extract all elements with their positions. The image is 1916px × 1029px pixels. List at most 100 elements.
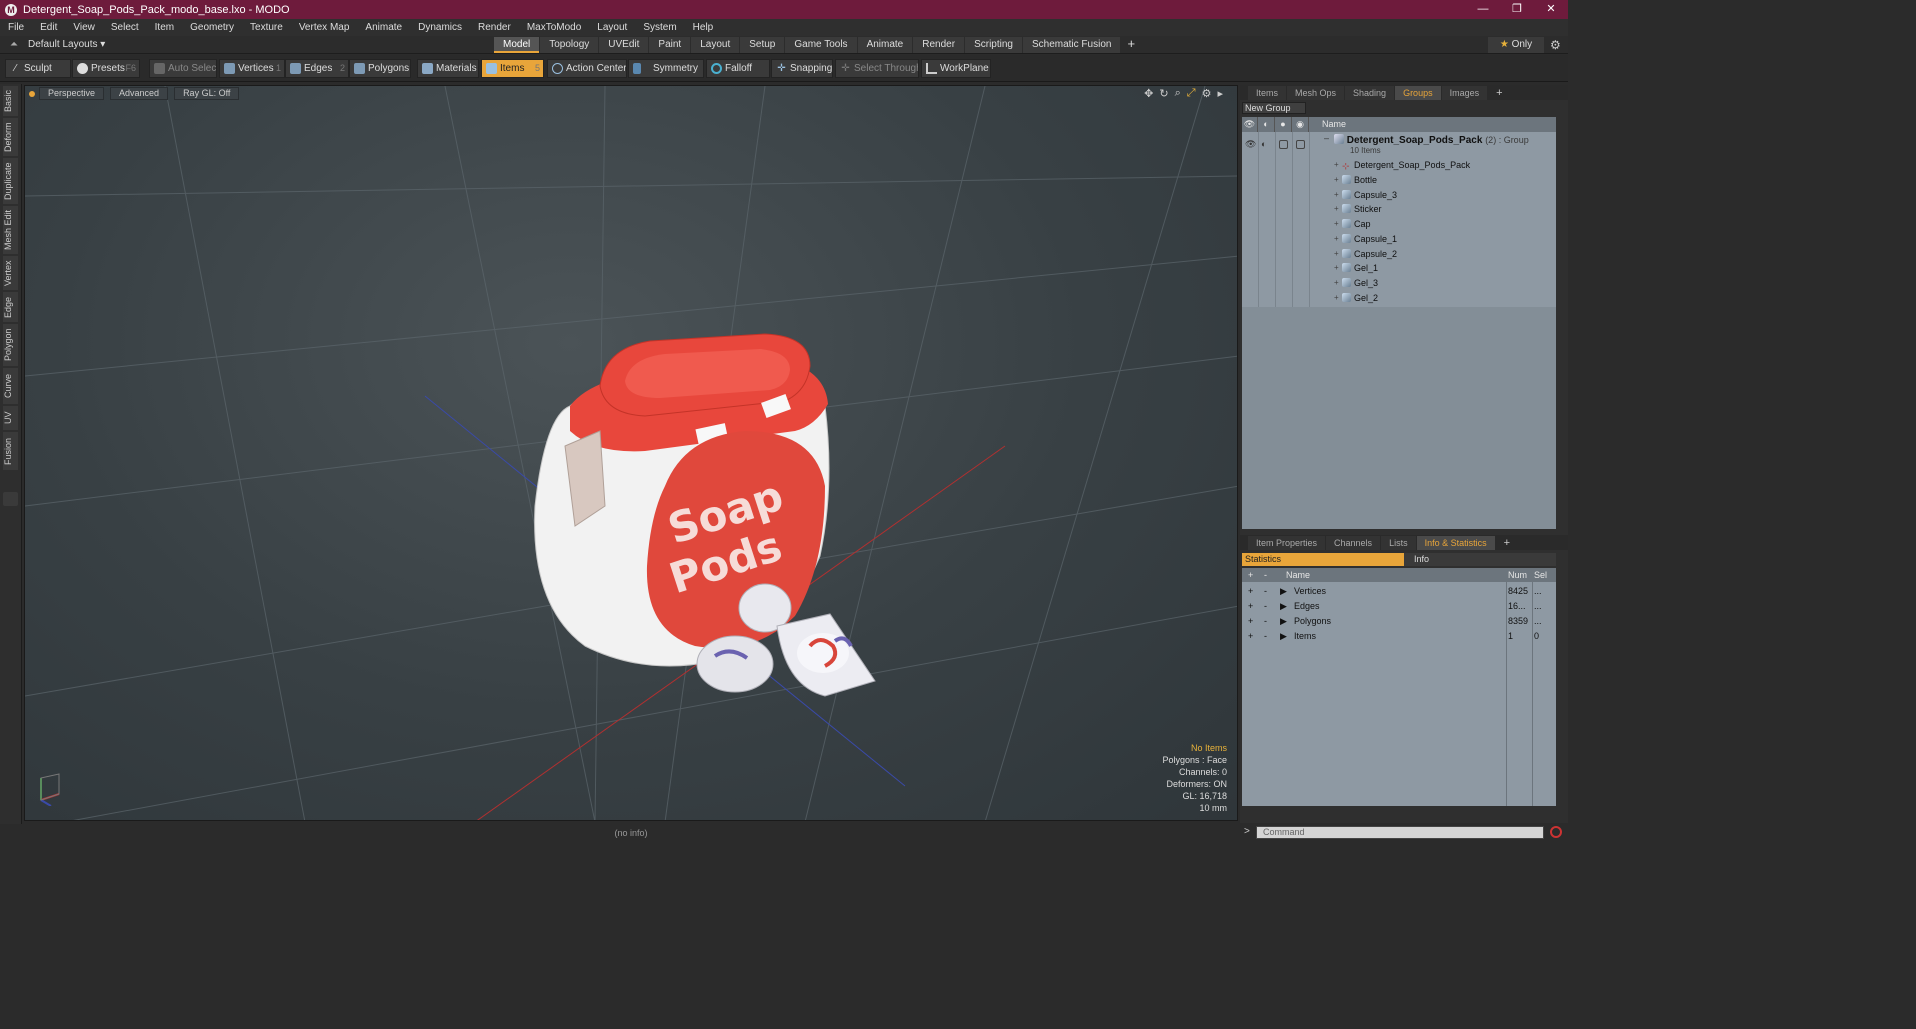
menu-edit[interactable]: Edit [32, 22, 65, 33]
menu-geometry[interactable]: Geometry [182, 22, 242, 33]
table-row[interactable]: + - ▶ Items 1 0 [1242, 629, 1556, 643]
group-lock-checkbox[interactable] [1279, 140, 1288, 149]
tab-model[interactable]: Model [494, 37, 540, 53]
tab-duplicate[interactable]: Duplicate [3, 158, 18, 204]
table-row[interactable]: + - ▶ Edges 16... ... [1242, 599, 1556, 613]
tab-uvedit[interactable]: UVEdit [599, 37, 649, 53]
tab-info-statistics[interactable]: Info & Statistics [1416, 535, 1495, 550]
tab-curve[interactable]: Curve [3, 368, 18, 404]
tab-topology[interactable]: Topology [540, 37, 599, 53]
name-column-header[interactable]: Name [1286, 568, 1310, 582]
tab-mesh-edit[interactable]: Mesh Edit [3, 206, 18, 254]
menu-dynamics[interactable]: Dynamics [410, 22, 470, 33]
fit-icon[interactable]: ⤢ [1187, 87, 1196, 100]
new-group-button[interactable]: New Group [1242, 102, 1306, 114]
add-tab-icon[interactable]: + [1121, 37, 1141, 53]
falloff-button[interactable]: Falloff [706, 59, 770, 78]
left-panel-toggle[interactable] [3, 492, 18, 506]
tab-basic[interactable]: Basic [3, 86, 18, 116]
statistics-subtab[interactable]: Statistics [1242, 553, 1404, 566]
edges-button[interactable]: Edges 2 [285, 59, 349, 78]
snapping-button[interactable]: ✛ Snapping [771, 59, 833, 78]
group-child-item[interactable]: + Sticker [1334, 202, 1382, 216]
tab-edge[interactable]: Edge [3, 292, 18, 322]
action-center-button[interactable]: Action Center [547, 59, 627, 78]
add-panel-tab-icon[interactable]: + [1496, 536, 1518, 550]
close-button[interactable]: ✕ [1534, 0, 1568, 19]
menu-vertex-map[interactable]: Vertex Map [291, 22, 358, 33]
menu-system[interactable]: System [635, 22, 684, 33]
capsule-1[interactable] [696, 635, 774, 693]
viewport-menu-dot[interactable] [29, 90, 35, 97]
shading-mode-button[interactable]: Advanced [110, 87, 169, 100]
group-child-item[interactable]: + Capsule_1 [1334, 232, 1397, 246]
tab-vertex[interactable]: Vertex [3, 256, 18, 290]
workplane-button[interactable]: WorkPlane [921, 59, 991, 78]
sel-column-header[interactable]: Sel [1534, 568, 1547, 582]
group-select-checkbox[interactable] [1296, 140, 1305, 149]
table-row[interactable]: + - ▶ Vertices 8425 ... [1242, 584, 1556, 598]
name-column-header[interactable]: Name [1322, 117, 1346, 132]
num-column-header[interactable]: Num [1508, 568, 1527, 582]
tab-layout[interactable]: Layout [691, 37, 740, 53]
group-child-item[interactable]: + Bottle [1334, 173, 1377, 187]
materials-button[interactable]: Materials [417, 59, 479, 78]
group-child-item[interactable]: + Gel_3 [1334, 276, 1378, 290]
group-child-item[interactable]: + Capsule_2 [1334, 247, 1397, 261]
group-render-icon[interactable]: ◐ [1261, 139, 1271, 149]
items-button[interactable]: Items 5 [481, 59, 544, 78]
auto-select-button[interactable]: Auto Select [149, 59, 217, 78]
group-child-item[interactable]: + Capsule_3 [1334, 188, 1397, 202]
table-row[interactable]: + - ▶ Polygons 8359 ... [1242, 614, 1556, 628]
lock-column-icon[interactable]: ● [1275, 117, 1292, 132]
menu-item[interactable]: Item [147, 22, 182, 33]
group-collapse-icon[interactable]: – [1324, 133, 1329, 143]
tab-mesh-ops[interactable]: Mesh Ops [1287, 85, 1345, 100]
rotate-icon[interactable]: ↻ [1159, 87, 1168, 100]
menu-texture[interactable]: Texture [242, 22, 291, 33]
visibility-column-icon[interactable]: 👁 [1242, 117, 1258, 132]
stop-icon[interactable] [1550, 826, 1562, 838]
group-child-item[interactable]: + Cap [1334, 217, 1371, 231]
tab-schematic-fusion[interactable]: Schematic Fusion [1022, 37, 1121, 53]
presets-button[interactable]: Presets F6 [72, 59, 140, 78]
group-child-item[interactable]: + Gel_2 [1334, 291, 1378, 305]
raygl-button[interactable]: Ray GL: Off [174, 87, 240, 100]
tab-setup[interactable]: Setup [740, 37, 785, 53]
menu-view[interactable]: View [65, 22, 103, 33]
3d-viewport[interactable]: Soap Pods Perspective Advanced Ray GL: O… [24, 85, 1238, 821]
tab-render[interactable]: Render [913, 37, 965, 53]
command-input[interactable]: Command [1256, 826, 1544, 839]
collapse-all-icon[interactable]: - [1264, 568, 1267, 582]
tab-scripting[interactable]: Scripting [965, 37, 1022, 53]
menu-select[interactable]: Select [103, 22, 147, 33]
tab-groups[interactable]: Groups [1395, 85, 1441, 100]
select-through-button[interactable]: ✛ Select Through [835, 59, 919, 78]
tab-images[interactable]: Images [1441, 85, 1488, 100]
tab-fusion[interactable]: Fusion [3, 432, 18, 470]
tab-uv[interactable]: UV [3, 406, 18, 430]
menu-animate[interactable]: Animate [357, 22, 410, 33]
pan-icon[interactable]: ✥ [1144, 87, 1153, 100]
menu-file[interactable]: File [0, 22, 32, 33]
gear-icon[interactable]: ⚙ [1550, 38, 1561, 52]
expand-arrow-icon[interactable]: ▸ [1217, 87, 1223, 100]
menu-help[interactable]: Help [685, 22, 722, 33]
render-column-icon[interactable]: ◐ [1258, 117, 1275, 132]
menu-layout[interactable]: Layout [589, 22, 635, 33]
viewport-settings-icon[interactable]: ⚙ [1202, 87, 1212, 100]
zoom-icon[interactable]: ⌕ [1175, 87, 1181, 100]
polygons-button[interactable]: Polygons [349, 59, 411, 78]
tab-lists[interactable]: Lists [1381, 535, 1416, 550]
minimize-button[interactable]: — [1466, 0, 1500, 19]
view-mode-button[interactable]: Perspective [39, 87, 105, 100]
vertices-button[interactable]: Vertices 1 [219, 59, 285, 78]
tab-channels[interactable]: Channels [1326, 535, 1381, 550]
tab-deform[interactable]: Deform [3, 118, 18, 156]
only-button[interactable]: ★ Only [1488, 37, 1544, 53]
info-subtab[interactable]: Info [1404, 553, 1556, 566]
group-visibility-icon[interactable]: 👁 [1245, 139, 1256, 149]
tab-paint[interactable]: Paint [649, 37, 691, 53]
expand-all-icon[interactable]: + [1248, 568, 1253, 582]
layout-selector[interactable]: ⏶ Default Layouts ▾ [10, 39, 105, 50]
